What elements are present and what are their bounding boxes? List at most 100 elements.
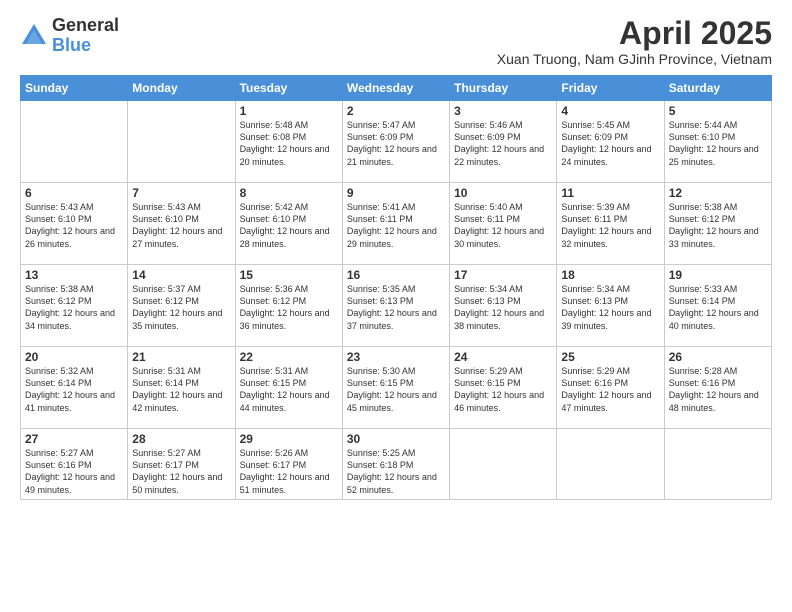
day-info: Sunrise: 5:35 AM Sunset: 6:13 PM Dayligh…	[347, 283, 445, 332]
logo: General Blue	[20, 16, 119, 56]
day-cell: 20Sunrise: 5:32 AM Sunset: 6:14 PM Dayli…	[21, 347, 128, 429]
day-cell: 19Sunrise: 5:33 AM Sunset: 6:14 PM Dayli…	[664, 265, 771, 347]
logo-icon	[20, 22, 48, 50]
day-info: Sunrise: 5:38 AM Sunset: 6:12 PM Dayligh…	[669, 201, 767, 250]
day-cell: 7Sunrise: 5:43 AM Sunset: 6:10 PM Daylig…	[128, 183, 235, 265]
week-row-5: 27Sunrise: 5:27 AM Sunset: 6:16 PM Dayli…	[21, 429, 772, 500]
calendar-subtitle: Xuan Truong, Nam GJinh Province, Vietnam	[497, 51, 772, 67]
day-cell: 24Sunrise: 5:29 AM Sunset: 6:15 PM Dayli…	[450, 347, 557, 429]
day-number: 1	[240, 104, 338, 118]
day-cell: 16Sunrise: 5:35 AM Sunset: 6:13 PM Dayli…	[342, 265, 449, 347]
day-info: Sunrise: 5:43 AM Sunset: 6:10 PM Dayligh…	[132, 201, 230, 250]
day-number: 11	[561, 186, 659, 200]
day-info: Sunrise: 5:33 AM Sunset: 6:14 PM Dayligh…	[669, 283, 767, 332]
day-cell: 18Sunrise: 5:34 AM Sunset: 6:13 PM Dayli…	[557, 265, 664, 347]
header: General Blue April 2025 Xuan Truong, Nam…	[20, 16, 772, 67]
day-number: 18	[561, 268, 659, 282]
day-number: 7	[132, 186, 230, 200]
day-number: 21	[132, 350, 230, 364]
calendar-header: SundayMondayTuesdayWednesdayThursdayFrid…	[21, 76, 772, 101]
week-row-4: 20Sunrise: 5:32 AM Sunset: 6:14 PM Dayli…	[21, 347, 772, 429]
day-number: 3	[454, 104, 552, 118]
day-info: Sunrise: 5:29 AM Sunset: 6:16 PM Dayligh…	[561, 365, 659, 414]
day-number: 15	[240, 268, 338, 282]
day-cell	[21, 101, 128, 183]
day-number: 30	[347, 432, 445, 446]
day-number: 23	[347, 350, 445, 364]
day-info: Sunrise: 5:34 AM Sunset: 6:13 PM Dayligh…	[561, 283, 659, 332]
day-info: Sunrise: 5:30 AM Sunset: 6:15 PM Dayligh…	[347, 365, 445, 414]
day-cell: 2Sunrise: 5:47 AM Sunset: 6:09 PM Daylig…	[342, 101, 449, 183]
day-cell: 10Sunrise: 5:40 AM Sunset: 6:11 PM Dayli…	[450, 183, 557, 265]
day-number: 28	[132, 432, 230, 446]
day-number: 9	[347, 186, 445, 200]
day-cell: 28Sunrise: 5:27 AM Sunset: 6:17 PM Dayli…	[128, 429, 235, 500]
week-row-3: 13Sunrise: 5:38 AM Sunset: 6:12 PM Dayli…	[21, 265, 772, 347]
day-cell: 21Sunrise: 5:31 AM Sunset: 6:14 PM Dayli…	[128, 347, 235, 429]
day-cell: 12Sunrise: 5:38 AM Sunset: 6:12 PM Dayli…	[664, 183, 771, 265]
day-number: 27	[25, 432, 123, 446]
day-header-friday: Friday	[557, 76, 664, 101]
day-number: 22	[240, 350, 338, 364]
day-cell: 3Sunrise: 5:46 AM Sunset: 6:09 PM Daylig…	[450, 101, 557, 183]
day-number: 4	[561, 104, 659, 118]
day-cell: 13Sunrise: 5:38 AM Sunset: 6:12 PM Dayli…	[21, 265, 128, 347]
day-cell: 23Sunrise: 5:30 AM Sunset: 6:15 PM Dayli…	[342, 347, 449, 429]
day-number: 25	[561, 350, 659, 364]
day-number: 8	[240, 186, 338, 200]
title-block: April 2025 Xuan Truong, Nam GJinh Provin…	[497, 16, 772, 67]
page: General Blue April 2025 Xuan Truong, Nam…	[0, 0, 792, 612]
calendar-body: 1Sunrise: 5:48 AM Sunset: 6:08 PM Daylig…	[21, 101, 772, 500]
day-info: Sunrise: 5:37 AM Sunset: 6:12 PM Dayligh…	[132, 283, 230, 332]
calendar-title: April 2025	[497, 16, 772, 51]
day-info: Sunrise: 5:40 AM Sunset: 6:11 PM Dayligh…	[454, 201, 552, 250]
day-cell: 27Sunrise: 5:27 AM Sunset: 6:16 PM Dayli…	[21, 429, 128, 500]
day-info: Sunrise: 5:27 AM Sunset: 6:17 PM Dayligh…	[132, 447, 230, 496]
day-info: Sunrise: 5:45 AM Sunset: 6:09 PM Dayligh…	[561, 119, 659, 168]
day-cell: 15Sunrise: 5:36 AM Sunset: 6:12 PM Dayli…	[235, 265, 342, 347]
day-cell: 9Sunrise: 5:41 AM Sunset: 6:11 PM Daylig…	[342, 183, 449, 265]
day-cell	[664, 429, 771, 500]
day-info: Sunrise: 5:46 AM Sunset: 6:09 PM Dayligh…	[454, 119, 552, 168]
day-info: Sunrise: 5:25 AM Sunset: 6:18 PM Dayligh…	[347, 447, 445, 496]
day-info: Sunrise: 5:31 AM Sunset: 6:15 PM Dayligh…	[240, 365, 338, 414]
day-cell: 22Sunrise: 5:31 AM Sunset: 6:15 PM Dayli…	[235, 347, 342, 429]
day-cell	[128, 101, 235, 183]
day-number: 12	[669, 186, 767, 200]
day-number: 24	[454, 350, 552, 364]
logo-text: General Blue	[52, 16, 119, 56]
calendar-table: SundayMondayTuesdayWednesdayThursdayFrid…	[20, 75, 772, 500]
day-number: 10	[454, 186, 552, 200]
day-number: 19	[669, 268, 767, 282]
day-number: 14	[132, 268, 230, 282]
day-number: 13	[25, 268, 123, 282]
day-cell: 25Sunrise: 5:29 AM Sunset: 6:16 PM Dayli…	[557, 347, 664, 429]
day-info: Sunrise: 5:29 AM Sunset: 6:15 PM Dayligh…	[454, 365, 552, 414]
header-row: SundayMondayTuesdayWednesdayThursdayFrid…	[21, 76, 772, 101]
day-header-thursday: Thursday	[450, 76, 557, 101]
day-info: Sunrise: 5:36 AM Sunset: 6:12 PM Dayligh…	[240, 283, 338, 332]
day-info: Sunrise: 5:39 AM Sunset: 6:11 PM Dayligh…	[561, 201, 659, 250]
day-info: Sunrise: 5:31 AM Sunset: 6:14 PM Dayligh…	[132, 365, 230, 414]
week-row-1: 1Sunrise: 5:48 AM Sunset: 6:08 PM Daylig…	[21, 101, 772, 183]
day-info: Sunrise: 5:26 AM Sunset: 6:17 PM Dayligh…	[240, 447, 338, 496]
day-cell: 30Sunrise: 5:25 AM Sunset: 6:18 PM Dayli…	[342, 429, 449, 500]
day-cell: 17Sunrise: 5:34 AM Sunset: 6:13 PM Dayli…	[450, 265, 557, 347]
day-info: Sunrise: 5:42 AM Sunset: 6:10 PM Dayligh…	[240, 201, 338, 250]
day-header-wednesday: Wednesday	[342, 76, 449, 101]
day-cell	[557, 429, 664, 500]
day-number: 20	[25, 350, 123, 364]
week-row-2: 6Sunrise: 5:43 AM Sunset: 6:10 PM Daylig…	[21, 183, 772, 265]
day-number: 29	[240, 432, 338, 446]
day-info: Sunrise: 5:44 AM Sunset: 6:10 PM Dayligh…	[669, 119, 767, 168]
day-number: 17	[454, 268, 552, 282]
day-info: Sunrise: 5:27 AM Sunset: 6:16 PM Dayligh…	[25, 447, 123, 496]
logo-general-text: General	[52, 16, 119, 36]
day-cell: 14Sunrise: 5:37 AM Sunset: 6:12 PM Dayli…	[128, 265, 235, 347]
day-number: 26	[669, 350, 767, 364]
day-number: 16	[347, 268, 445, 282]
day-header-sunday: Sunday	[21, 76, 128, 101]
day-cell: 8Sunrise: 5:42 AM Sunset: 6:10 PM Daylig…	[235, 183, 342, 265]
day-info: Sunrise: 5:48 AM Sunset: 6:08 PM Dayligh…	[240, 119, 338, 168]
day-cell: 1Sunrise: 5:48 AM Sunset: 6:08 PM Daylig…	[235, 101, 342, 183]
